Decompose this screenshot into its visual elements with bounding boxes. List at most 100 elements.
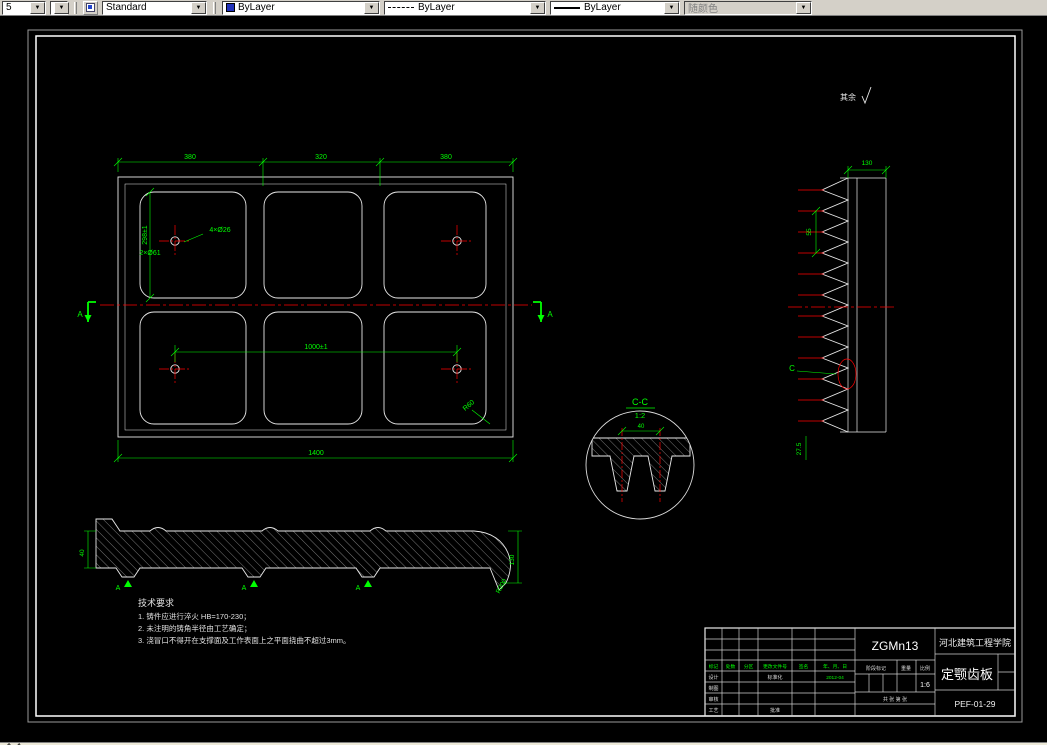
pocket xyxy=(263,311,363,425)
datum-label-2: A xyxy=(242,585,247,592)
sign-row-approve: 批准 xyxy=(770,707,780,714)
rev-header-docno: 更改文件号 xyxy=(763,663,787,670)
sign-row-draft: 制图 xyxy=(708,685,718,692)
linetype-combo[interactable]: ByLayer ▼ xyxy=(384,0,546,15)
layer-combo-value: 5 xyxy=(6,2,12,13)
dim-side-bottom: 27.5 xyxy=(796,442,803,455)
sign-row-standard: 标准化 xyxy=(767,674,782,681)
layer-combo[interactable]: 5 ▼ xyxy=(2,0,46,15)
weight-header: 重量 xyxy=(901,665,911,672)
dim-plan-height: 298±1 xyxy=(142,225,149,245)
surface-note-text: 其余 xyxy=(840,92,856,102)
design-date: 2012-04 xyxy=(826,675,844,681)
toolbar-grip[interactable] xyxy=(213,1,216,14)
chevron-down-icon[interactable]: ▼ xyxy=(54,1,69,14)
detail-view: 40 C-C 1:2 xyxy=(585,397,695,520)
datum-target-icon xyxy=(124,580,372,587)
tech-item-3: 3. 浇冒口不得开在支撑面及工作表面上之平面挠曲不超过3mm。 xyxy=(138,635,351,645)
style-combo-value: Standard xyxy=(106,2,147,13)
rev-header-date: 年、月、日 xyxy=(823,663,847,670)
part-name: 定颚齿板 xyxy=(941,667,993,682)
pocket xyxy=(139,191,247,299)
chevron-down-icon: ▼ xyxy=(796,1,811,14)
title-block: ZGMn13 河北建筑工程学院 定颚齿板 PEF-01-29 阶段标记 重量 比… xyxy=(704,627,1016,717)
section-profile xyxy=(95,518,511,591)
datum-label-1: A xyxy=(116,585,121,592)
dim-top-right: 380 xyxy=(440,154,452,161)
sign-row-design: 设计 xyxy=(708,674,718,681)
material-spec: ZGMn13 xyxy=(872,639,919,653)
lineweight-combo-value: ByLayer xyxy=(584,2,621,13)
dim-detail-pitch: 40 xyxy=(638,424,645,430)
secondary-combo[interactable]: ▼ xyxy=(50,0,69,15)
drawing-canvas[interactable]: 其余 380 320 380 4×Ø26 2×Ø61 298±1 1000±1 … xyxy=(0,16,1047,742)
plan-dimensions xyxy=(84,157,545,463)
section-label-a-left: A xyxy=(77,310,83,319)
dim-bosses: 2×Ø61 xyxy=(139,250,160,257)
style-combo[interactable]: Standard ▼ xyxy=(102,0,207,15)
organization-name: 河北建筑工程学院 xyxy=(939,637,1011,648)
dim-tooth-pitch: 55 xyxy=(806,228,813,236)
stage-header: 阶段标记 xyxy=(866,665,886,672)
side-view-dimensions xyxy=(796,165,891,460)
detail-scale: 1:2 xyxy=(635,411,645,420)
tech-item-2: 2. 未注明的铸角半径由工艺确定； xyxy=(138,623,251,633)
dim-overall: 1400 xyxy=(308,450,324,457)
rev-header-count: 处数 xyxy=(726,663,736,670)
datum-label-3: A xyxy=(356,585,361,592)
cad-application: 5 ▼ ▼ Standard ▼ ByLayer ▼ ByLayer ▼ ByL… xyxy=(0,0,1047,745)
rev-header-mark: 标记 xyxy=(709,663,719,670)
chevron-down-icon[interactable]: ▼ xyxy=(364,1,379,14)
plan-view xyxy=(117,176,514,438)
color-combo-value: ByLayer xyxy=(238,2,275,13)
dim-top-mid: 320 xyxy=(315,154,327,161)
pocket xyxy=(139,311,247,425)
scale-header: 比例 xyxy=(920,665,930,672)
cad-drawing: 其余 380 320 380 4×Ø26 2×Ø61 298±1 1000±1 … xyxy=(27,29,1023,723)
dim-hole-span: 1000±1 xyxy=(304,344,327,351)
side-view-texts: 130 55 27.5 C xyxy=(789,160,873,455)
plan-centerlines xyxy=(100,225,532,385)
side-view xyxy=(820,177,887,433)
chevron-down-icon[interactable]: ▼ xyxy=(664,1,679,14)
plotstyle-combo: 随颜色 ▼ xyxy=(684,0,812,15)
text-style-icon[interactable] xyxy=(83,0,98,15)
tech-title: 技术要求 xyxy=(138,597,174,608)
detail-tooth-section xyxy=(591,437,691,492)
pocket xyxy=(263,191,363,299)
lineweight-combo[interactable]: ByLayer ▼ xyxy=(550,0,680,15)
linetype-sample-icon xyxy=(388,7,414,8)
color-combo[interactable]: ByLayer ▼ xyxy=(222,0,380,15)
plotstyle-combo-value: 随颜色 xyxy=(688,4,718,15)
sign-row-check: 审核 xyxy=(708,696,718,703)
section-label-a-right: A xyxy=(547,310,553,319)
side-view-centerlines xyxy=(788,189,896,422)
chevron-down-icon[interactable]: ▼ xyxy=(191,1,206,14)
drawing-number: PEF-01-29 xyxy=(954,699,995,709)
section-view: A A A 40 130 R200 xyxy=(79,518,522,595)
detail-title: C-C xyxy=(632,397,648,407)
plan-dimension-texts: 380 320 380 4×Ø26 2×Ø61 298±1 1000±1 140… xyxy=(77,154,553,457)
sheet-info: 共 张 第 张 xyxy=(883,696,907,703)
dim-sec-left: 40 xyxy=(79,549,86,557)
detail-region-circle xyxy=(837,358,857,390)
chevron-down-icon[interactable]: ▼ xyxy=(30,1,45,14)
lineweight-sample-icon xyxy=(554,6,580,9)
sign-row-process: 工艺 xyxy=(708,708,718,714)
style-glyph-icon xyxy=(86,3,95,12)
scale-value: 1:6 xyxy=(920,682,930,689)
dim-sec-right: 130 xyxy=(509,554,516,565)
linetype-combo-value: ByLayer xyxy=(418,2,455,13)
dim-side-thickness: 130 xyxy=(862,160,873,167)
dim-corner-radius: R60 xyxy=(462,399,476,413)
rev-header-sign: 签名 xyxy=(799,663,809,670)
dim-top-left: 380 xyxy=(184,154,196,161)
surface-finish-note: 其余 xyxy=(840,86,872,105)
rev-header-zone: 分区 xyxy=(744,663,754,670)
color-swatch-icon xyxy=(226,3,235,12)
chevron-down-icon[interactable]: ▼ xyxy=(530,1,545,14)
tooth-profile xyxy=(820,177,850,433)
toolbar-grip[interactable] xyxy=(74,1,77,14)
tech-item-1: 1. 铸件应进行淬火 HB=170-230； xyxy=(138,611,251,621)
roughness-symbol-icon xyxy=(861,86,872,105)
